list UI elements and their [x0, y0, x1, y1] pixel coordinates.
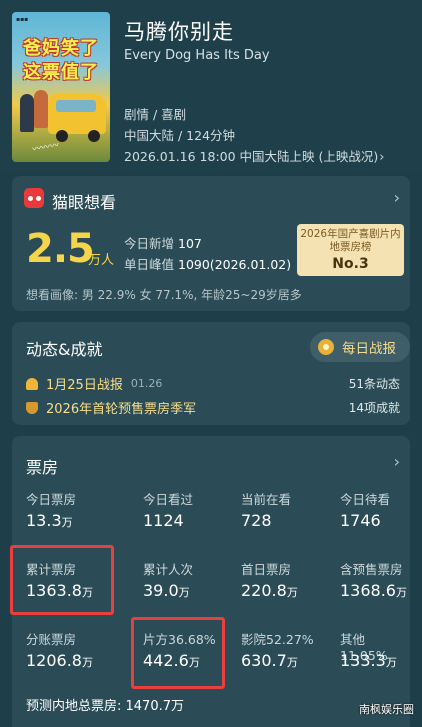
peak-stat: 单日峰值 1090(2026.01.02): [124, 254, 291, 273]
split-box-office-label: 分账票房: [26, 632, 77, 647]
movie-genre: 剧情 / 喜剧: [124, 107, 187, 122]
today-to-watch-label: 今日待看: [340, 492, 391, 507]
today-new-value: 107: [178, 236, 202, 251]
chevron-right-icon[interactable]: ›: [394, 452, 400, 471]
today-new-stat: 今日新增 107: [124, 233, 202, 252]
watermark: 南枫娱乐圈: [359, 703, 414, 716]
maoyan-want-header: 猫眼想看: [52, 193, 117, 212]
poster-top-mark: ▪▪▪: [16, 16, 29, 23]
peak-value: 1090(2026.01.02): [178, 257, 292, 272]
daily-report-label: 每日战报: [342, 341, 396, 357]
bell-icon: [26, 377, 38, 390]
maoyan-want-card[interactable]: 猫眼想看 › 2.5 万人 今日新增 107 单日峰值 1090(2026.01…: [12, 176, 410, 311]
highlight-box-producer: [131, 617, 225, 689]
today-watched-value: 1124: [143, 511, 184, 530]
rank-badge[interactable]: 2026年国产喜剧片内地票房榜 No.3: [297, 224, 404, 276]
dynamics-count-link[interactable]: 51条动态: [349, 375, 400, 392]
achievements-count-link[interactable]: 14项成就: [349, 399, 400, 416]
total-admissions-value: 39.0万: [143, 581, 190, 600]
box-office-card: 票房 › 今日票房 13.3万 今日看过 1124 当前在看 728 今日待看 …: [10, 436, 410, 727]
dynamics-card: 动态&成就 每日战报 1月25日战报 01.26 51条动态 2026年首轮预售…: [12, 322, 410, 425]
rank-value: No.3: [332, 256, 369, 272]
report-item[interactable]: 1月25日战报 01.26: [26, 374, 162, 393]
daily-report-button[interactable]: 每日战报: [310, 332, 410, 362]
poster-slogan-2: 这票值了: [23, 62, 99, 83]
trophy-icon: [26, 401, 38, 414]
want-count: 2.5: [26, 226, 95, 272]
movie-release-link[interactable]: 2026.01.16 18:00 中国大陆上映 (上映战况)›: [124, 146, 384, 165]
with-presale-value: 1368.6万: [340, 581, 407, 600]
maoyan-cat-icon: [24, 188, 44, 208]
chevron-right-icon: ›: [379, 150, 385, 165]
split-box-office-value: 1206.8万: [26, 651, 93, 670]
forecast-total: 预测内地总票房: 1470.7万: [26, 699, 184, 714]
report-item-text: 1月25日战报: [46, 378, 123, 393]
today-to-watch-value: 1746: [340, 511, 381, 530]
poster-car-window: [56, 100, 96, 112]
movie-title: 马腾你别走: [124, 20, 234, 44]
today-box-office-label: 今日票房: [26, 492, 77, 507]
with-presale-label: 含预售票房: [340, 562, 403, 577]
dynamics-header: 动态&成就: [26, 340, 103, 359]
cinema-share-value: 630.7万: [241, 651, 298, 670]
poster-calligraphy: 〰〰〰: [31, 140, 60, 156]
movie-region-runtime: 中国大陆 / 124分钟: [124, 128, 236, 143]
total-admissions-label: 累计人次: [143, 562, 194, 577]
watching-now-value: 728: [241, 511, 272, 530]
today-new-label: 今日新增: [124, 236, 175, 251]
watching-now-label: 当前在看: [241, 492, 292, 507]
achievement-item[interactable]: 2026年首轮预售票房季军: [26, 398, 196, 417]
peak-label: 单日峰值: [124, 257, 175, 272]
want-count-unit: 万人: [88, 253, 115, 268]
highlight-box-total: [10, 545, 114, 615]
opening-day-value: 220.8万: [241, 581, 298, 600]
poster-wheel: [88, 130, 100, 142]
box-office-header: 票房: [26, 458, 59, 477]
other-share-value: 133.3万: [340, 651, 397, 670]
today-box-office-value: 13.3万: [26, 511, 73, 530]
achievement-item-text: 2026年首轮预售票房季军: [46, 402, 197, 417]
report-item-date: 01.26: [130, 377, 163, 390]
poster-figure: [34, 90, 48, 128]
cinema-share-label: 影院52.27%: [241, 632, 314, 647]
movie-poster[interactable]: ▪▪▪ 爸妈笑了 这票值了 〰〰〰: [12, 12, 110, 162]
movie-title-en: Every Dog Has Its Day: [124, 48, 270, 63]
release-text: 2026.01.16 18:00 中国大陆上映 (上映战况): [124, 149, 379, 164]
today-watched-label: 今日看过: [143, 492, 194, 507]
chevron-right-icon[interactable]: ›: [394, 188, 400, 207]
movie-header: ▪▪▪ 爸妈笑了 这票值了 〰〰〰 马腾你别走 Every Dog Has It…: [0, 0, 422, 172]
want-profile: 想看画像: 男 22.9% 女 77.1%, 年龄25~29岁居多: [26, 288, 302, 302]
opening-day-label: 首日票房: [241, 562, 292, 577]
rank-title: 2026年国产喜剧片内地票房榜: [300, 228, 401, 253]
poster-figure: [20, 94, 34, 132]
poster-slogan-1: 爸妈笑了: [23, 38, 99, 59]
medal-icon: [318, 339, 334, 355]
